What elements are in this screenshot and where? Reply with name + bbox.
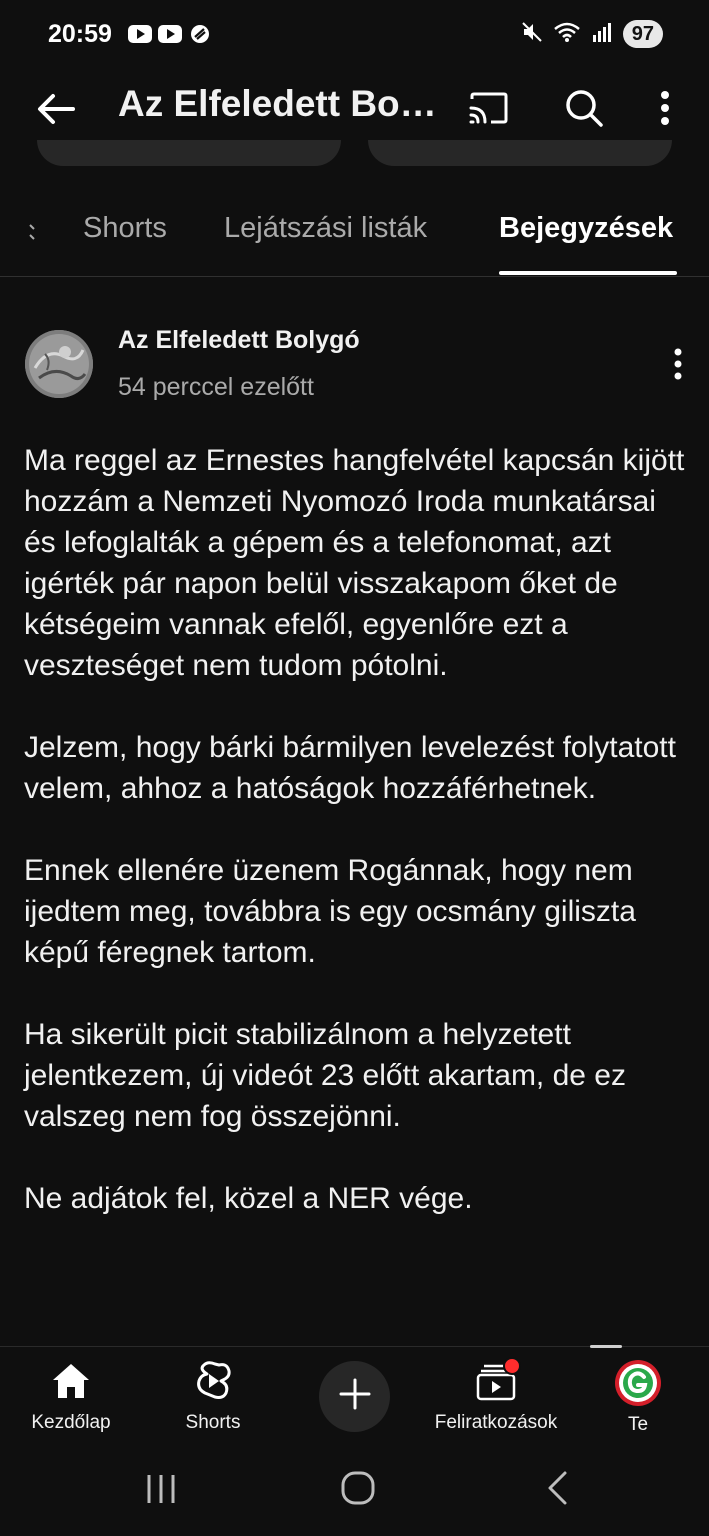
profile-avatar-icon [614, 1359, 662, 1412]
channel-action-button[interactable] [37, 140, 341, 166]
back-chevron-icon[interactable] [544, 1470, 570, 1511]
post-timestamp: 54 perccel ezelőtt [118, 373, 314, 401]
nav-subscriptions[interactable]: Feliratkozások [428, 1357, 564, 1434]
post-paragraph: Ha sikerült picit stabilizálnom a helyze… [24, 1018, 626, 1133]
nav-you[interactable]: Te [598, 1359, 678, 1436]
post-author[interactable]: Az Elfeledett Bolygó [118, 326, 360, 355]
youtube-icon [158, 24, 182, 44]
tab-playlists[interactable]: Lejátszási listák [224, 212, 427, 245]
post-body: Ma reggel az Ernestes hangfelvétel kapcs… [24, 440, 688, 1260]
post-paragraph: Jelzem, hogy bárki bármilyen levelezést … [24, 731, 676, 805]
nav-you-label: Te [627, 1414, 649, 1435]
nav-shorts[interactable]: Shorts [166, 1361, 260, 1434]
scroll-indicator [590, 1345, 622, 1348]
home-circle-icon[interactable] [340, 1470, 376, 1511]
system-navigation [0, 1446, 709, 1536]
mute-icon [521, 21, 543, 48]
bottom-navigation: Kezdőlap Shorts Feliratkozások Te [0, 1345, 709, 1447]
channel-title: Az Elfeledett Bo… [118, 83, 437, 124]
create-button[interactable] [319, 1361, 390, 1432]
search-icon[interactable] [560, 84, 608, 132]
wifi-icon [553, 21, 581, 48]
signal-icon [591, 21, 613, 48]
plus-icon [338, 1377, 372, 1416]
post-paragraph: Ma reggel az Ernestes hangfelvétel kapcs… [24, 444, 685, 682]
battery-level: 97 [622, 20, 663, 48]
home-icon [50, 1361, 92, 1406]
status-right: 97 [521, 20, 663, 48]
nav-home-label: Kezdőlap [31, 1412, 111, 1433]
cast-icon[interactable] [464, 86, 512, 130]
post-more-icon[interactable] [664, 344, 692, 384]
nav-home[interactable]: Kezdőlap [20, 1361, 122, 1434]
active-tab-indicator [499, 271, 677, 275]
back-arrow-icon[interactable] [30, 84, 80, 134]
post-paragraph: Ennek ellenére üzenem Rogánnak, hogy nem… [24, 854, 636, 969]
status-left-icons [128, 24, 212, 44]
tab-posts[interactable]: Bejegyzések [499, 212, 673, 245]
post-paragraph: Ne adjátok fel, közel a NER vége. [24, 1182, 473, 1215]
youtube-icon [128, 24, 152, 44]
recent-apps-icon[interactable] [144, 1472, 178, 1511]
hidden-tab-fragment [28, 222, 36, 242]
channel-avatar[interactable] [25, 330, 93, 398]
more-vert-icon[interactable] [650, 86, 680, 130]
tab-shorts[interactable]: Shorts [83, 212, 167, 245]
subscriptions-icon [475, 1357, 521, 1406]
tabs-divider [0, 276, 709, 277]
channel-action-button[interactable] [368, 140, 672, 166]
shorts-icon [195, 1361, 231, 1406]
status-time: 20:59 [48, 20, 112, 48]
nav-shorts-label: Shorts [185, 1412, 241, 1433]
nav-subscriptions-label: Feliratkozások [434, 1412, 558, 1433]
notification-dot [503, 1357, 521, 1375]
vpn-icon [188, 24, 212, 44]
